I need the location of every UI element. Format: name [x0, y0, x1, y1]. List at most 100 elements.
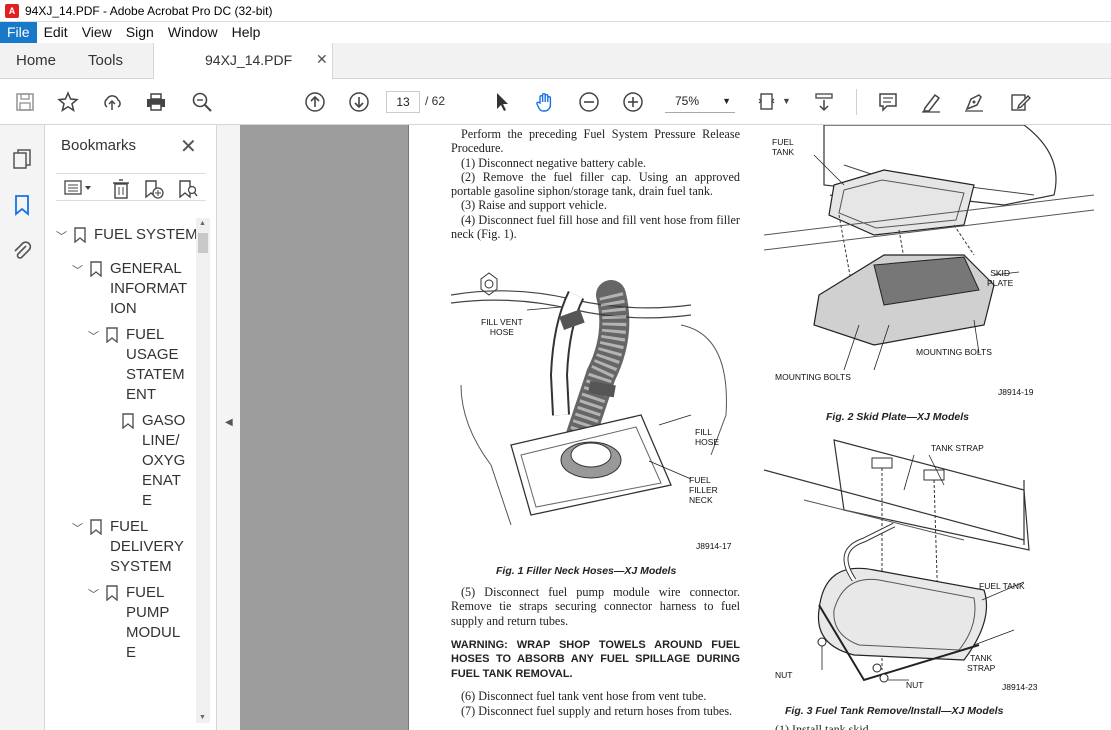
highlight-pen-icon[interactable]	[919, 90, 943, 114]
select-cursor-icon[interactable]	[490, 90, 514, 114]
bookmark-icon	[106, 585, 118, 601]
bookmarks-panel: Bookmarks ✕ ﹀ FUEL SYSTEM ﹀ GENERAL INFO…	[46, 125, 216, 730]
bookmark-general-information[interactable]: ﹀ GENERAL INFORMAT ION	[72, 259, 187, 319]
scroll-up-icon[interactable]: ▲	[199, 220, 206, 227]
bookmarks-toolbar	[56, 173, 206, 201]
edit-pdf-icon[interactable]	[1008, 90, 1032, 114]
fig1-label-fill-vent-hose: FILL VENT HOSE	[481, 317, 523, 337]
left-rail	[0, 125, 45, 730]
comment-icon[interactable]	[876, 90, 900, 114]
page-total: / 62	[425, 94, 446, 108]
fig1-filler-neck-illustration	[451, 272, 727, 526]
tab-home[interactable]: Home	[16, 52, 56, 69]
fig2-id: J8914-19	[998, 387, 1034, 397]
star-icon[interactable]	[56, 90, 80, 114]
bookmark-label: GASO LINE/ OXYG ENAT E	[142, 412, 186, 509]
step-3: (3) Raise and support vehicle.	[461, 198, 607, 213]
page-fit-dropdown-icon[interactable]: ▼	[782, 96, 791, 106]
fig3-label-nut-bottom: NUT	[906, 680, 924, 690]
menu-file[interactable]: File	[0, 22, 37, 43]
save-icon[interactable]	[13, 90, 37, 114]
fig2-caption: Fig. 2 Skid Plate—XJ Models	[826, 411, 969, 423]
scroll-down-icon[interactable]: ▼	[199, 714, 206, 721]
bookmark-fuel-pump-module[interactable]: ﹀ FUEL PUMP MODUL E	[88, 583, 180, 663]
title-bar: A 94XJ_14.PDF - Adobe Acrobat Pro DC (32…	[0, 0, 1111, 22]
chevron-down-icon[interactable]: ﹀	[56, 228, 72, 245]
fig3-fuel-tank-illustration	[764, 439, 1030, 683]
zoom-search-icon[interactable]	[190, 90, 214, 114]
page-number-input[interactable]: 13	[386, 91, 420, 113]
close-tab-icon[interactable]: ✕	[316, 51, 328, 68]
tab-bar: Home Tools 94XJ_14.PDF ✕	[0, 43, 1111, 79]
next-page-icon[interactable]	[347, 90, 371, 114]
document-viewport[interactable]: Perform the preceding Fuel System Pressu…	[240, 125, 1111, 730]
acrobat-app-icon: A	[5, 3, 19, 18]
page-fit-icon[interactable]	[756, 90, 780, 114]
fig2-label-skid-plate: SKID PLATE	[987, 268, 1014, 288]
collapse-arrow-icon[interactable]: ◀	[225, 417, 233, 428]
menu-edit[interactable]: Edit	[37, 22, 75, 43]
fig2-label-fuel-tank: FUEL TANK	[772, 137, 795, 157]
fig3-caption: Fig. 3 Fuel Tank Remove/Install—XJ Model…	[785, 705, 1004, 717]
bookmark-fuel-delivery-system[interactable]: ﹀ FUEL DELIVERY SYSTEM	[72, 517, 184, 577]
step-4: (4) Disconnect fuel fill hose and fill v…	[451, 212, 740, 242]
bookmark-search-icon[interactable]	[178, 179, 198, 204]
zoom-out-icon[interactable]	[577, 90, 601, 114]
bookmarks-panel-icon[interactable]	[10, 193, 34, 217]
menu-sign[interactable]: Sign	[119, 22, 161, 43]
zoom-in-icon[interactable]	[621, 90, 645, 114]
window-title: 94XJ_14.PDF - Adobe Acrobat Pro DC (32-b…	[25, 3, 273, 18]
delete-bookmark-icon[interactable]	[112, 179, 130, 204]
page-thumbnails-icon[interactable]	[10, 147, 34, 171]
zoom-value: 75%	[675, 94, 700, 108]
bookmarks-scrollbar[interactable]: ▲ ▼	[196, 218, 210, 723]
previous-page-icon[interactable]	[303, 90, 327, 114]
new-bookmark-icon[interactable]	[144, 179, 164, 204]
bookmark-label: GENERAL INFORMAT ION	[110, 260, 188, 317]
menu-view[interactable]: View	[75, 22, 119, 43]
tab-document[interactable]: 94XJ_14.PDF ✕	[153, 43, 333, 79]
scrollbar-thumb[interactable]	[198, 233, 208, 253]
upload-icon[interactable]	[100, 90, 124, 114]
bookmark-label: FUEL PUMP MODUL E	[126, 584, 181, 661]
hand-tool-icon[interactable]	[533, 90, 557, 114]
tab-tools[interactable]: Tools	[88, 52, 123, 69]
pdf-page: Perform the preceding Fuel System Pressu…	[408, 125, 1111, 730]
left-column-text-lower: (5) Disconnect fuel pump module wire con…	[451, 585, 740, 718]
fig2-label-mounting-bolts-right: MOUNTING BOLTS	[916, 347, 992, 357]
fig2-skid-plate-illustration	[764, 125, 1095, 371]
bookmark-label: FUEL SYSTEM	[94, 226, 198, 243]
menu-window[interactable]: Window	[161, 22, 225, 43]
chevron-down-icon[interactable]: ﹀	[72, 262, 88, 319]
fig1-id: J8914-17	[696, 541, 732, 551]
fill-sign-icon[interactable]	[962, 90, 986, 114]
attachments-icon[interactable]	[10, 239, 34, 263]
chevron-down-icon[interactable]: ﹀	[72, 520, 88, 577]
bookmark-fuel-system[interactable]: ﹀ FUEL SYSTEM	[56, 225, 198, 245]
bookmark-fuel-usage-statement[interactable]: ﹀ FUEL USAGE STATEM ENT	[88, 325, 185, 405]
menu-help[interactable]: Help	[225, 22, 268, 43]
fig1-caption: Fig. 1 Filler Neck Hoses—XJ Models	[496, 565, 677, 577]
bookmark-label: FUEL USAGE STATEM ENT	[126, 326, 185, 403]
bookmark-gasoline-oxygenate[interactable]: GASO LINE/ OXYG ENAT E	[104, 411, 185, 511]
left-column-text: Perform the preceding Fuel System Pressu…	[451, 127, 740, 241]
fig3-label-fuel-tank: FUEL TANK	[979, 581, 1025, 591]
close-panel-icon[interactable]: ✕	[180, 134, 197, 159]
chevron-down-icon[interactable]: ﹀	[88, 328, 104, 405]
fig1-label-fill-hose: FILL HOSE	[695, 427, 720, 447]
toolbar-separator	[856, 89, 857, 115]
main-toolbar: 13 / 62 75% ▼ ▼	[0, 79, 1111, 125]
chevron-down-icon[interactable]: ﹀	[88, 586, 104, 663]
bookmark-icon	[74, 227, 86, 243]
print-icon[interactable]	[144, 90, 168, 114]
bookmark-icon	[90, 519, 102, 535]
collapse-panel-handle[interactable]: ◀	[216, 125, 240, 730]
options-menu-icon[interactable]	[61, 179, 95, 202]
step-5: (5) Disconnect fuel pump module wire con…	[451, 585, 740, 628]
zoom-select[interactable]: 75% ▼	[665, 91, 735, 113]
scroll-mode-icon[interactable]	[812, 90, 836, 114]
document-tab-label: 94XJ_14.PDF	[205, 52, 293, 68]
bookmarks-title: Bookmarks	[61, 137, 137, 154]
cut-off-text: (1) Install tank skid	[775, 722, 869, 730]
paragraph: Perform the preceding Fuel System Pressu…	[451, 127, 740, 156]
